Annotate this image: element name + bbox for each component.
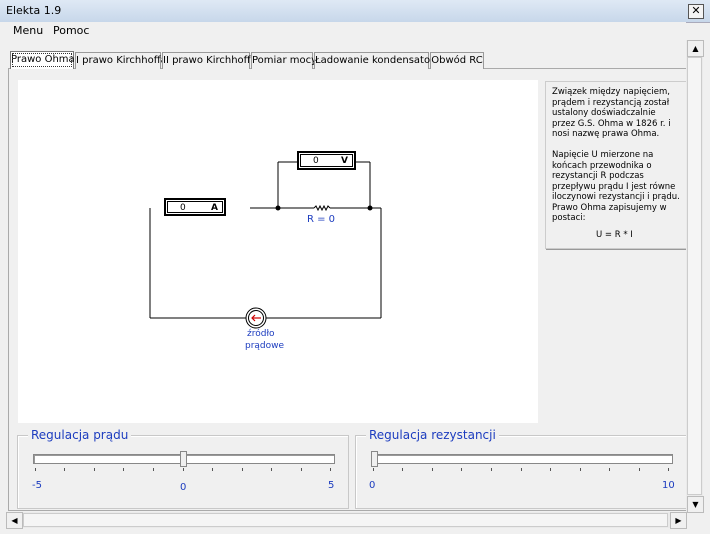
source-label-line2: prądowe [245,341,285,351]
resistance-tick [668,468,669,471]
resistor-label: R = 0 [307,214,336,225]
resistance-tick [432,468,433,471]
resistance-tick [373,468,374,471]
resistance-tick [491,468,492,471]
resistance-tick [461,468,462,471]
info-paragraph-1: Związek między napięciem, prądem i rezys… [552,87,671,139]
voltmeter-unit: V [341,156,348,166]
scroll-down-icon[interactable]: ▼ [687,496,704,513]
current-regulation-title: Regulacja prądu [28,428,132,442]
current-tick [183,468,184,471]
horizontal-scroll-thumb[interactable] [23,513,668,527]
window-title: Elekta 1.9 [6,4,62,17]
close-button[interactable]: ✕ [688,4,704,19]
resistance-tick [609,468,610,471]
source-label-line1: źródło [247,329,275,339]
circuit-canvas: 0 A 0 V R = 0 źródło prądowe [18,80,538,423]
horizontal-scrollbar[interactable]: ◀ ▶ [6,512,687,529]
vertical-scrollbar[interactable]: ▲ ▼ [686,40,704,513]
junction-right [367,205,373,211]
vertical-scroll-thumb[interactable] [687,57,702,495]
resistance-tick [580,468,581,471]
current-regulation-group: Regulacja prądu -5 0 5 [17,428,349,509]
voltmeter-value: 0 [313,156,319,166]
ammeter-unit: A [211,203,218,213]
resistance-regulation-group: Regulacja rezystancji 0 10 [355,428,688,509]
current-tick [330,468,331,471]
resistor-symbol [313,204,331,212]
resistance-tick [550,468,551,471]
tab-i-prawo-kirchhoffa[interactable]: I prawo Kirchhoffa [75,52,167,69]
resistance-tick [639,468,640,471]
scroll-up-icon[interactable]: ▲ [687,40,704,57]
tab-prawo-ohma[interactable]: Prawo Ohma [10,51,75,69]
menu-item-menu[interactable]: Menu [13,24,43,37]
resistance-slider-track[interactable] [371,454,673,464]
resistance-min-label: 0 [369,480,376,491]
info-paragraph-2: Napięcie U mierzone na końcach przewodni… [552,150,680,223]
current-tick [64,468,65,471]
menu-item-pomoc[interactable]: Pomoc [53,24,89,37]
menu-bar: Menu Pomoc [0,22,686,40]
circuit-diagram [149,161,382,329]
current-mid-label: 0 [180,482,187,493]
current-source-icon [245,307,267,329]
info-formula: U = R * I [596,230,633,240]
resistance-slider-thumb[interactable] [371,451,378,467]
tab-pomiar-mocy[interactable]: Pomiar mocy [251,52,317,69]
resistance-tick [402,468,403,471]
size-grip-icon[interactable] [692,514,706,528]
current-tick [153,468,154,471]
scroll-left-icon[interactable]: ◀ [6,512,23,529]
title-bar: Elekta 1.9 ✕ [0,0,710,23]
current-min-label: -5 [32,480,42,491]
voltmeter: 0 V [297,151,356,170]
tab-ladowanie-kondensatora[interactable]: Ładowanie kondensatora [314,52,440,69]
resistance-max-label: 10 [662,480,675,491]
current-tick [301,468,302,471]
current-max-label: 5 [328,480,335,491]
junction-left [275,205,281,211]
ammeter: 0 A [164,198,226,216]
current-tick [94,468,95,471]
current-tick [212,468,213,471]
resistance-tick [521,468,522,471]
tab-ii-prawo-kirchhoffa[interactable]: II prawo Kirchhoffa [162,52,257,69]
current-tick [123,468,124,471]
ammeter-value: 0 [180,203,186,213]
current-tick [271,468,272,471]
current-tick [242,468,243,471]
scroll-right-icon[interactable]: ▶ [670,512,687,529]
resistance-regulation-title: Regulacja rezystancji [366,428,499,442]
info-box: Związek między napięciem, prądem i rezys… [545,81,687,249]
current-slider-thumb[interactable] [180,451,187,467]
tab-obwod-rc[interactable]: Obwód RC [430,52,484,69]
current-tick [35,468,36,471]
